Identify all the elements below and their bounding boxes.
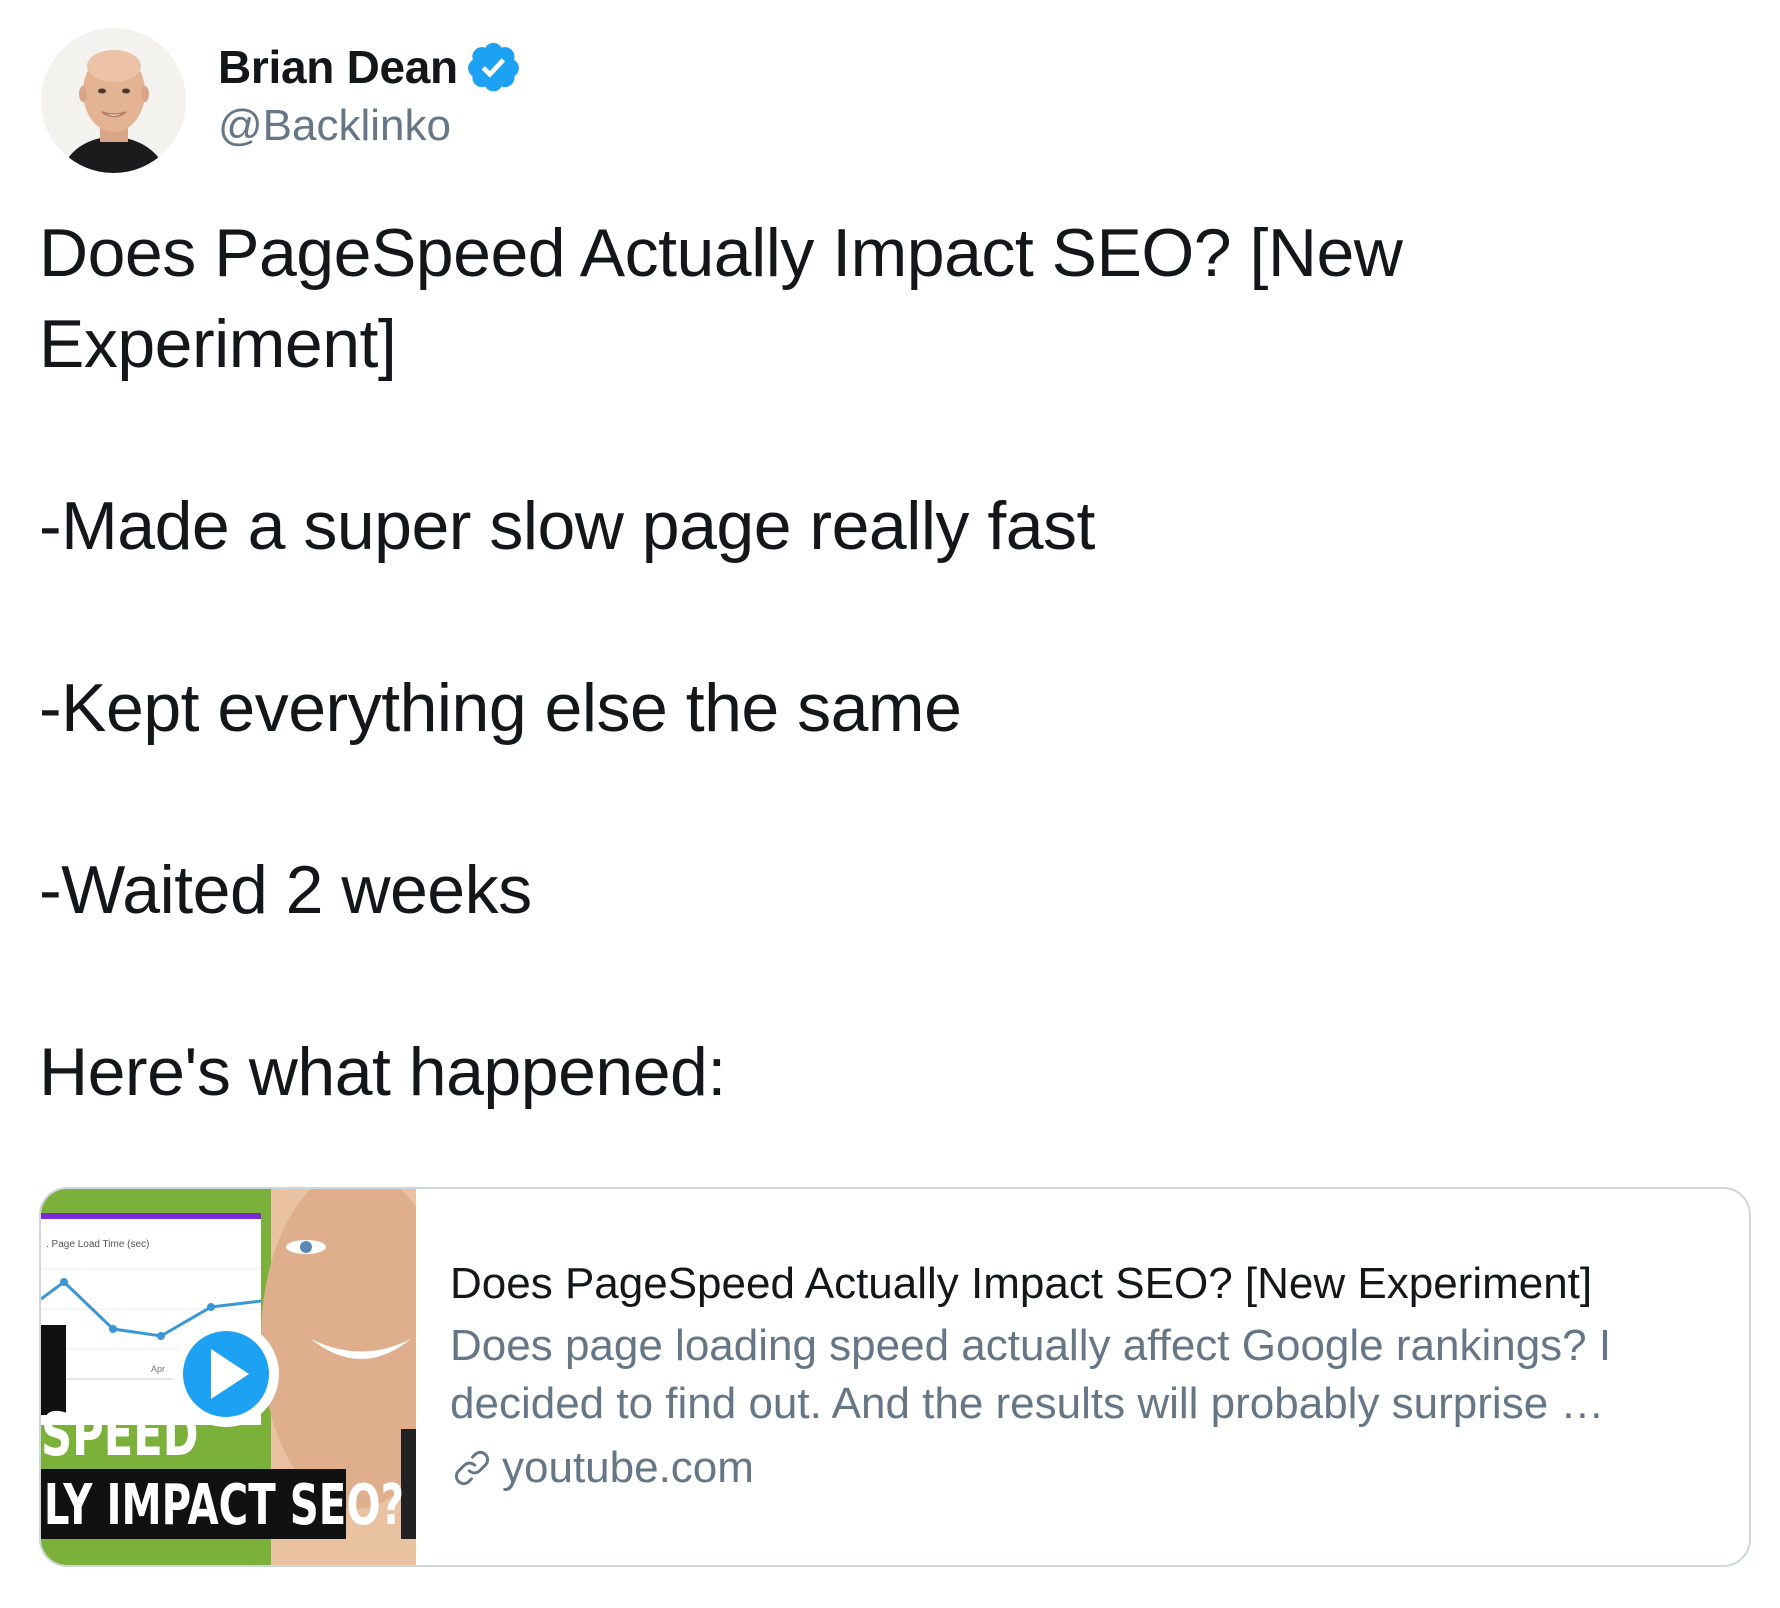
play-icon [173,1321,279,1427]
card-domain[interactable]: youtube.com [502,1439,754,1497]
tweet-line-2: -Kept everything else the same [39,670,962,746]
tweet-line-3: -Waited 2 weeks [39,852,532,928]
video-thumbnail: . Page Load Time (sec) Apr 7 [41,1189,416,1565]
tweet: Brian Dean @Backlinko Does PageSpeed Act… [0,0,1780,1608]
avatar-portrait [41,28,186,173]
thumb-overlay-line-1: SPEED [41,1400,199,1470]
thumb-chart-label: . Page Load Time (sec) [46,1239,149,1250]
tweet-line-title: Does PageSpeed Actually Impact SEO? [New… [39,215,1403,382]
author-name[interactable]: Brian Dean [218,40,458,94]
tweet-line-4: Here's what happened: [39,1034,726,1110]
card-info: Does PageSpeed Actually Impact SEO? [New… [416,1189,1749,1565]
thumb-axis-label: Apr [151,1364,165,1374]
card-link-row: youtube.com [450,1439,1749,1497]
author-avatar[interactable] [41,28,186,173]
card-thumbnail[interactable]: . Page Load Time (sec) Apr 7 [41,1189,416,1565]
tweet-text: Does PageSpeed Actually Impact SEO? [New… [39,208,1499,1118]
verified-badge-icon [467,42,519,92]
author-name-row: Brian Dean [218,40,520,94]
tweet-line-1: -Made a super slow page really fast [39,488,1095,564]
thumb-overlay-line-2: LY IMPACT SEO? [44,1472,404,1537]
card-title[interactable]: Does PageSpeed Actually Impact SEO? [New… [450,1255,1749,1313]
link-preview-card[interactable]: . Page Load Time (sec) Apr 7 [39,1187,1751,1567]
card-description: Does page loading speed actually affect … [450,1321,1612,1428]
link-icon [454,1450,490,1486]
author-handle[interactable]: @Backlinko [218,101,451,151]
